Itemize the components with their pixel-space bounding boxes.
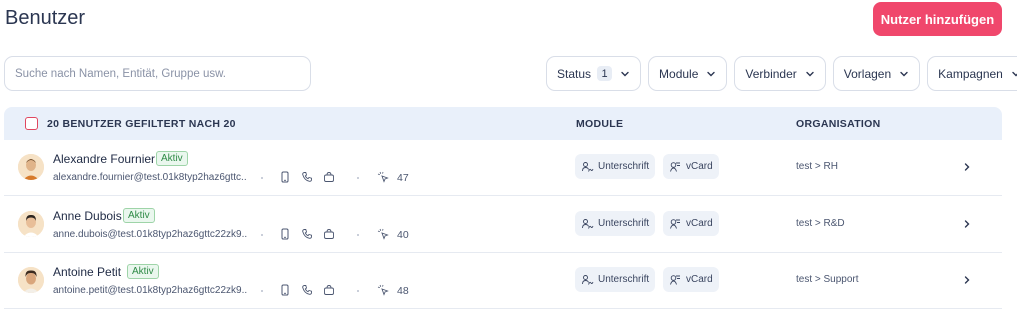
- module-chip-vcard: vCard: [663, 267, 719, 292]
- user-email: antoine.petit@test.01k8typ2haz6gttc22zk9…: [53, 285, 247, 296]
- vcard-icon: [670, 162, 680, 172]
- module-label: vCard: [686, 274, 713, 285]
- filter-kampagnen-label: Kampagnen: [938, 66, 1003, 81]
- module-label: vCard: [686, 218, 713, 229]
- click-count: 47: [397, 172, 409, 184]
- table-row[interactable]: Alexandre Fournier Aktiv alexandre.fourn…: [4, 140, 1002, 196]
- select-all-checkbox[interactable]: [25, 117, 38, 130]
- user-name: Alexandre Fournier: [53, 152, 156, 166]
- chevron-down-icon: [621, 71, 629, 76]
- avatar: [18, 211, 44, 237]
- filter-vorlagen-label: Vorlagen: [843, 66, 892, 81]
- filter-status-label: Status: [557, 66, 592, 81]
- module-label: Unterschrift: [598, 274, 650, 285]
- vcard-icon: [670, 219, 680, 229]
- bag-icon: [324, 229, 334, 239]
- mobile-icon: [281, 228, 289, 240]
- chevron-right-icon[interactable]: [962, 219, 972, 229]
- user-email: alexandre.fournier@test.01k8typ2haz6gttc…: [53, 172, 247, 183]
- filter-status[interactable]: Status 1: [546, 56, 642, 91]
- search-input[interactable]: [4, 56, 311, 91]
- filter-module[interactable]: Module: [648, 56, 728, 91]
- status-badge: Aktiv: [123, 208, 155, 223]
- filter-bar: Status 1 Module Verbinder Vorlagen Kampa…: [546, 56, 1017, 91]
- user-count-header: 20 BENUTZER GEFILTERT NACH 20: [47, 118, 236, 130]
- chevron-down-icon: [806, 71, 814, 76]
- separator-dot: [357, 234, 359, 236]
- bag-icon: [324, 285, 334, 295]
- user-email: anne.dubois@test.01k8typ2haz6gttc22zk9..…: [53, 229, 247, 240]
- module-chip-signature: Unterschrift: [575, 211, 656, 236]
- cursor-click-icon: [377, 171, 389, 183]
- organisation-path: test > R&D: [796, 218, 845, 229]
- filter-module-label: Module: [659, 66, 699, 81]
- signature-icon: [582, 219, 594, 229]
- vcard-icon: [670, 275, 680, 285]
- table-header: 20 BENUTZER GEFILTERT NACH 20 MODULE ORG…: [4, 107, 1002, 140]
- organisation-column-header: ORGANISATION: [796, 118, 881, 130]
- add-user-button[interactable]: Nutzer hinzufügen: [873, 2, 1002, 36]
- separator-dot: [261, 234, 263, 236]
- bag-icon: [324, 172, 334, 182]
- phone-icon: [302, 172, 312, 182]
- phone-icon: [302, 229, 312, 239]
- separator-dot: [261, 177, 263, 179]
- module-label: vCard: [686, 161, 713, 172]
- module-chip-signature: Unterschrift: [575, 154, 656, 179]
- avatar: [18, 267, 44, 293]
- user-name: Antoine Petit: [53, 265, 122, 279]
- avatar: [18, 154, 44, 180]
- status-badge: Aktiv: [127, 264, 159, 279]
- page-title: Benutzer: [5, 7, 86, 29]
- module-label: Unterschrift: [598, 218, 650, 229]
- module-label: Unterschrift: [598, 161, 650, 172]
- phone-icon: [302, 285, 312, 295]
- cursor-click-icon: [377, 284, 389, 296]
- cursor-click-icon: [377, 228, 389, 240]
- table-row[interactable]: Anne Dubois Aktiv anne.dubois@test.01k8t…: [4, 197, 1002, 253]
- module-chip-signature: Unterschrift: [575, 267, 656, 292]
- chevron-right-icon[interactable]: [962, 275, 972, 285]
- modules-column-header: MODULE: [576, 118, 624, 130]
- filter-vorlagen[interactable]: Vorlagen: [832, 56, 921, 91]
- chevron-right-icon[interactable]: [962, 162, 972, 172]
- filter-verbinder-label: Verbinder: [745, 66, 797, 81]
- status-badge: Aktiv: [156, 151, 188, 166]
- click-count: 48: [397, 285, 409, 297]
- separator-dot: [261, 290, 263, 292]
- organisation-path: test > RH: [796, 161, 838, 172]
- module-chip-vcard: vCard: [663, 154, 719, 179]
- chevron-down-icon: [1012, 71, 1017, 76]
- chevron-down-icon: [707, 71, 716, 76]
- mobile-icon: [281, 284, 289, 296]
- separator-dot: [357, 290, 359, 292]
- signature-icon: [582, 162, 594, 172]
- filter-status-count: 1: [597, 66, 613, 81]
- filter-kampagnen[interactable]: Kampagnen: [927, 56, 1017, 91]
- filter-verbinder[interactable]: Verbinder: [734, 56, 826, 91]
- signature-icon: [582, 275, 594, 285]
- mobile-icon: [281, 171, 289, 183]
- user-name: Anne Dubois: [53, 209, 122, 223]
- separator-dot: [357, 177, 359, 179]
- organisation-path: test > Support: [796, 274, 859, 285]
- chevron-down-icon: [900, 71, 908, 76]
- module-chip-vcard: vCard: [663, 211, 719, 236]
- click-count: 40: [397, 229, 409, 241]
- table-row[interactable]: Antoine Petit Aktiv antoine.petit@test.0…: [4, 253, 1002, 309]
